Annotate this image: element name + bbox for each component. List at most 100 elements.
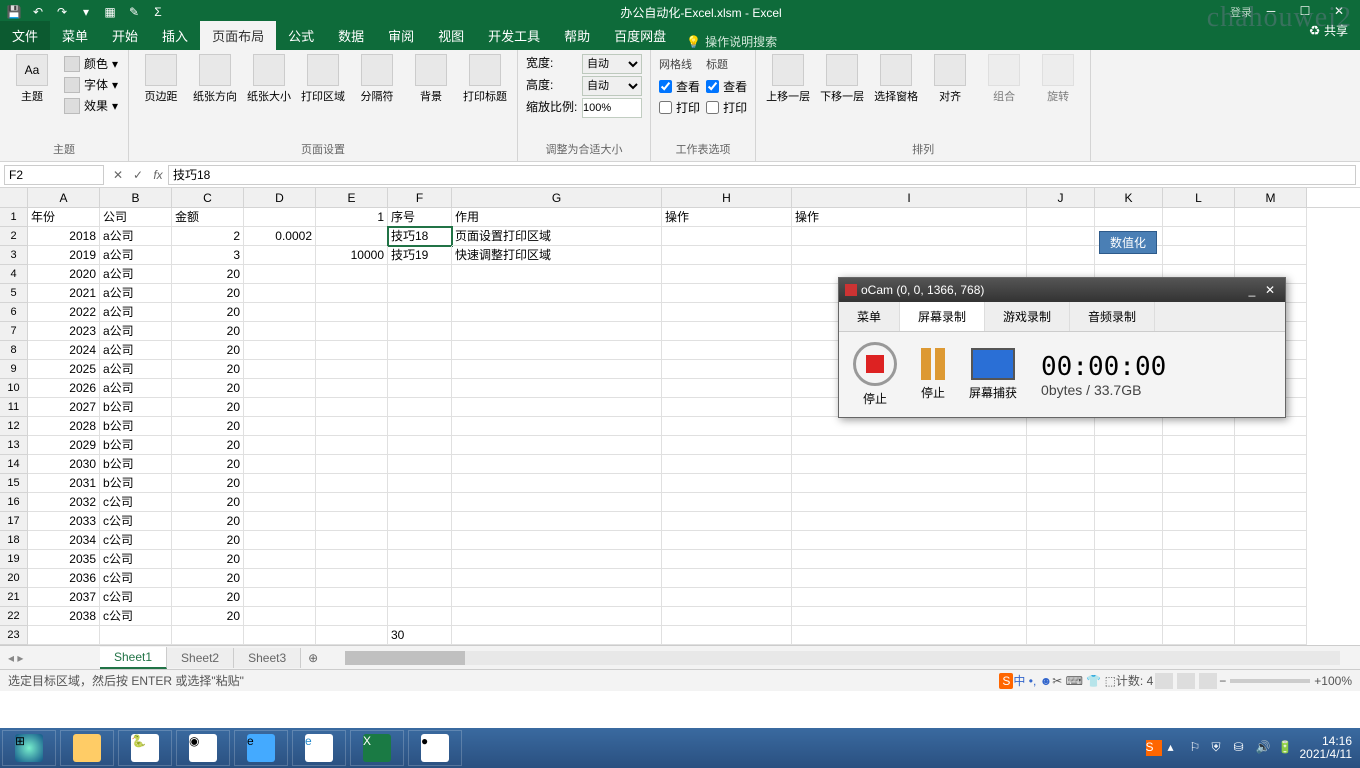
cell[interactable] [1235,493,1307,512]
cell[interactable] [244,569,316,588]
cell[interactable] [316,379,388,398]
start-button[interactable]: ⊞ [2,730,56,766]
cell[interactable]: 2035 [28,550,100,569]
cell[interactable] [316,607,388,626]
cell[interactable] [316,531,388,550]
cell[interactable] [452,341,662,360]
ocam-taskbar-icon[interactable]: ● [408,730,462,766]
breaks-button[interactable]: 分隔符 [353,54,401,104]
tab-layout[interactable]: 页面布局 [200,21,276,50]
cell[interactable] [452,436,662,455]
cell[interactable] [1235,531,1307,550]
cell[interactable] [1163,626,1235,645]
col-head-B[interactable]: B [100,188,172,207]
cell[interactable] [1095,417,1163,436]
print-area-button[interactable]: 打印区域 [299,54,347,104]
row-head[interactable]: 22 [0,607,28,626]
cell[interactable] [1235,607,1307,626]
cell[interactable] [244,455,316,474]
login-label[interactable]: 登录 [1230,4,1252,20]
cell[interactable] [388,284,452,303]
cell[interactable] [1095,607,1163,626]
cell[interactable] [1027,436,1095,455]
zoom-level[interactable]: 100% [1321,674,1352,688]
cell[interactable] [1095,588,1163,607]
hscrollbar[interactable] [345,651,1340,665]
col-head-C[interactable]: C [172,188,244,207]
cell[interactable]: a公司 [100,284,172,303]
cell[interactable] [316,455,388,474]
cell[interactable]: 20 [172,436,244,455]
cell[interactable] [316,474,388,493]
cell[interactable]: 1 [316,208,388,227]
cell[interactable] [244,417,316,436]
cell[interactable]: 20 [172,360,244,379]
cell[interactable] [792,474,1027,493]
cell[interactable] [792,417,1027,436]
row-head[interactable]: 15 [0,474,28,493]
cell[interactable] [244,626,316,645]
cell[interactable] [1163,607,1235,626]
cell[interactable]: 2020 [28,265,100,284]
cell[interactable] [1235,246,1307,265]
cell[interactable] [1095,569,1163,588]
ocam-tab-menu[interactable]: 菜单 [839,302,900,331]
cell[interactable] [452,265,662,284]
cell[interactable]: 20 [172,455,244,474]
cell[interactable] [388,379,452,398]
margins-button[interactable]: 页边距 [137,54,185,104]
cancel-icon[interactable]: ✕ [108,168,128,182]
undo-icon[interactable]: ↶ [30,4,46,20]
cell[interactable] [388,569,452,588]
cell[interactable] [244,398,316,417]
cell[interactable] [244,531,316,550]
row-head[interactable]: 2 [0,227,28,246]
cell[interactable] [452,493,662,512]
cell[interactable] [388,341,452,360]
cell[interactable] [1095,474,1163,493]
col-head-H[interactable]: H [662,188,792,207]
cell[interactable] [388,398,452,417]
cell[interactable] [1027,493,1095,512]
cell[interactable] [244,607,316,626]
cell[interactable]: b公司 [100,455,172,474]
ocam-window[interactable]: oCam (0, 0, 1366, 768) _ ✕ 菜单 屏幕录制 游戏录制 … [838,277,1286,418]
cell[interactable] [662,227,792,246]
cell[interactable]: 20 [172,474,244,493]
cell[interactable] [792,512,1027,531]
cell[interactable] [1163,227,1235,246]
cell[interactable]: 30 [388,626,452,645]
cell[interactable]: 0.0002 [244,227,316,246]
cell[interactable] [388,360,452,379]
row-head[interactable]: 9 [0,360,28,379]
tray-net-icon[interactable]: ⛁ [1234,740,1250,756]
cell[interactable] [452,474,662,493]
tray-flag-icon[interactable]: ⚐ [1190,740,1206,756]
cell[interactable]: 技巧18 [388,227,452,246]
col-head-L[interactable]: L [1163,188,1235,207]
cell[interactable] [1027,208,1095,227]
cell[interactable]: 2037 [28,588,100,607]
cell[interactable] [388,550,452,569]
col-head-F[interactable]: F [388,188,452,207]
ocam-pause-button[interactable]: 停止 [921,348,945,401]
cell[interactable] [662,436,792,455]
colors-button[interactable]: 颜色 ▾ [62,54,120,73]
row-head[interactable]: 10 [0,379,28,398]
cell[interactable] [662,322,792,341]
selection-pane-button[interactable]: 选择窗格 [872,54,920,104]
cell[interactable] [662,360,792,379]
cell[interactable] [244,208,316,227]
tray-batt-icon[interactable]: 🔋 [1278,740,1294,756]
cell[interactable]: 20 [172,569,244,588]
cell[interactable] [792,607,1027,626]
cell[interactable]: 2028 [28,417,100,436]
clock[interactable]: 14:162021/4/11 [1300,735,1353,761]
ocam-tab-screen[interactable]: 屏幕录制 [900,302,985,331]
cell[interactable] [244,322,316,341]
cell[interactable] [388,265,452,284]
fx-icon[interactable]: fx [148,168,168,182]
cell[interactable] [662,474,792,493]
cell[interactable] [1095,626,1163,645]
cell[interactable] [316,512,388,531]
